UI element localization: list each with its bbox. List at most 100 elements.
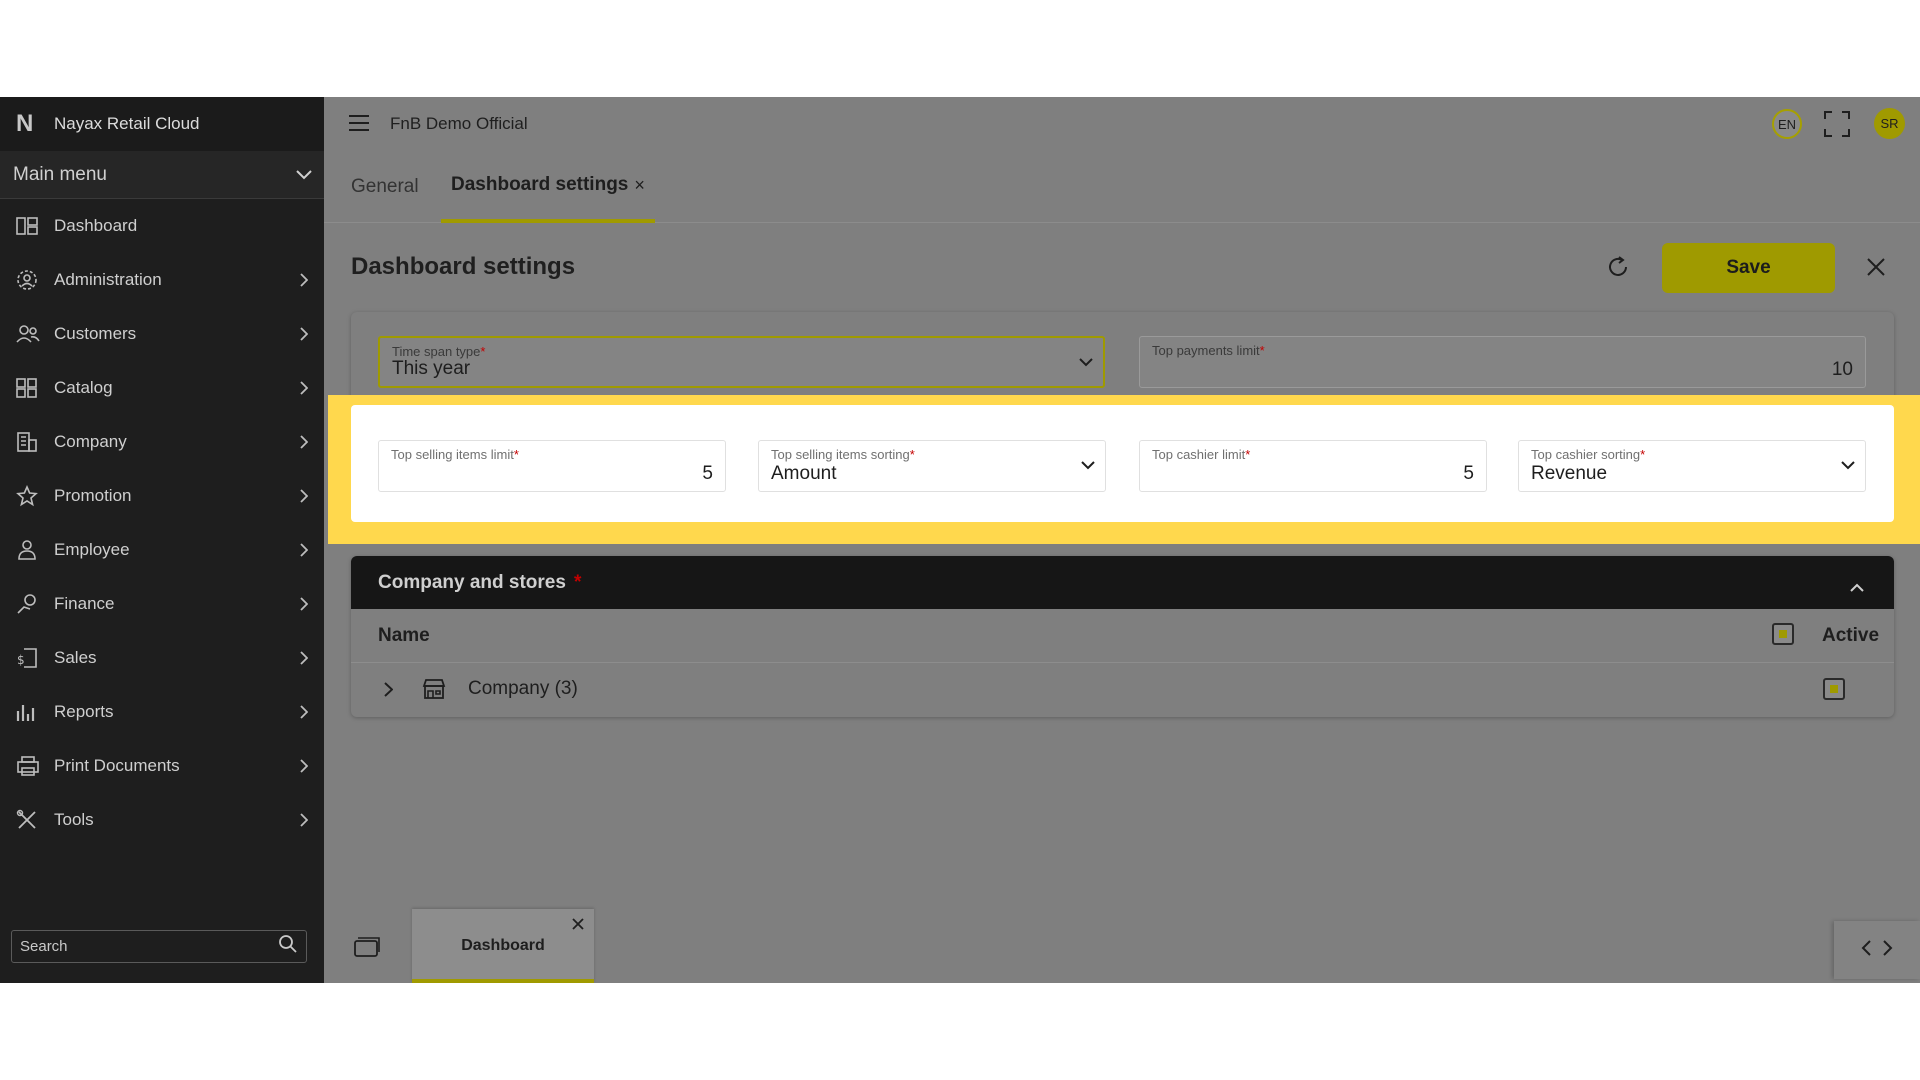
refresh-icon[interactable] xyxy=(1607,256,1629,283)
user-avatar[interactable]: SR xyxy=(1874,108,1905,139)
sidebar-item-sales[interactable]: $ Sales xyxy=(0,631,324,685)
main-menu-label: Main menu xyxy=(13,163,107,185)
sidebar-item-administration[interactable]: Administration xyxy=(0,253,324,307)
expand-row-icon[interactable] xyxy=(384,681,394,703)
main-menu-toggle[interactable]: Main menu xyxy=(0,151,324,199)
chevron-right-icon xyxy=(296,543,312,557)
close-icon[interactable] xyxy=(1867,258,1885,281)
users-icon xyxy=(16,324,54,344)
chevron-up-icon[interactable] xyxy=(1850,576,1864,598)
chevron-right-icon xyxy=(296,597,312,611)
chevron-right-icon xyxy=(296,705,312,719)
chevron-right-icon xyxy=(296,435,312,449)
tab-dashboard-settings-label: Dashboard settings xyxy=(451,174,629,195)
store-icon xyxy=(422,678,446,706)
sidebar-search-input[interactable] xyxy=(20,938,278,955)
field-value: 5 xyxy=(1463,463,1474,484)
tab-bar: General Dashboard settings × xyxy=(324,151,1920,223)
sidebar-search xyxy=(11,930,307,963)
top-payments-limit-input[interactable]: Top payments limit* 10 xyxy=(1139,336,1866,388)
row-label[interactable]: Company (3) xyxy=(468,678,578,700)
sidebar-nav: Dashboard Administration Customers Catal… xyxy=(0,199,324,847)
tab-pager xyxy=(1834,921,1920,979)
open-tabs-icon[interactable] xyxy=(354,937,380,962)
field-label: Top payments limit xyxy=(1152,343,1260,358)
sidebar-item-reports[interactable]: Reports xyxy=(0,685,324,739)
required-marker: * xyxy=(909,447,915,462)
field-value: 10 xyxy=(1831,359,1853,380)
sidebar-item-finance[interactable]: Finance xyxy=(0,577,324,631)
highlighted-settings-row: Top selling items limit* 5 Top selling i… xyxy=(351,405,1894,522)
top-selling-items-limit-input[interactable]: Top selling items limit* 5 xyxy=(378,440,726,492)
chevron-right-icon xyxy=(296,813,312,827)
bottom-tab-bar: Dashboard xyxy=(324,909,1920,983)
bottom-tab-dashboard[interactable]: Dashboard xyxy=(412,909,594,983)
sidebar-item-label: Print Documents xyxy=(54,756,180,775)
top-selling-items-sorting-select[interactable]: Top selling items sorting* Amount xyxy=(758,440,1106,492)
main-content: FnB Demo Official EN SR General Dashboar… xyxy=(324,97,1920,983)
table-row: Company (3) xyxy=(351,663,1894,717)
time-span-type-select[interactable]: Time span type* This year xyxy=(378,336,1105,388)
required-marker: * xyxy=(1259,343,1265,358)
save-button[interactable]: Save xyxy=(1662,243,1835,293)
sidebar-item-label: Customers xyxy=(54,324,137,343)
hand-coin-icon xyxy=(16,593,54,615)
field-value: Amount xyxy=(771,463,837,484)
chevron-right-icon xyxy=(296,273,312,287)
company-stores-panel: Company and stores * Name Active Company… xyxy=(351,556,1894,717)
brand-name: Nayax Retail Cloud xyxy=(54,114,200,133)
column-name: Name xyxy=(378,625,430,646)
chevron-down-icon xyxy=(1841,457,1855,475)
store-name[interactable]: FnB Demo Official xyxy=(390,114,528,134)
row-active-checkbox[interactable] xyxy=(1823,678,1845,700)
sidebar-item-employee[interactable]: Employee xyxy=(0,523,324,577)
sidebar-item-customers[interactable]: Customers xyxy=(0,307,324,361)
top-cashier-limit-input[interactable]: Top cashier limit* 5 xyxy=(1139,440,1487,492)
select-all-checkbox[interactable] xyxy=(1772,623,1794,645)
field-label: Top selling items limit xyxy=(391,447,514,462)
chevron-left-icon[interactable] xyxy=(1861,939,1871,961)
sidebar-item-company[interactable]: Company xyxy=(0,415,324,469)
sidebar-item-catalog[interactable]: Catalog xyxy=(0,361,324,415)
required-marker: * xyxy=(573,571,582,593)
top-cashier-sorting-select[interactable]: Top cashier sorting* Revenue xyxy=(1518,440,1866,492)
tab-general[interactable]: General xyxy=(351,151,419,223)
sidebar-item-print-documents[interactable]: Print Documents xyxy=(0,739,324,793)
receipt-dollar-icon: $ xyxy=(16,647,54,669)
tab-dashboard-settings[interactable]: Dashboard settings × xyxy=(441,151,655,223)
column-active: Active xyxy=(1822,625,1880,646)
sidebar-item-label: Administration xyxy=(54,270,162,289)
field-value: 5 xyxy=(702,463,713,484)
sidebar-item-label: Finance xyxy=(54,594,115,613)
required-marker: * xyxy=(480,344,486,359)
printer-icon xyxy=(16,755,54,777)
required-marker: * xyxy=(1245,447,1251,462)
bottom-tab-label: Dashboard xyxy=(461,937,545,954)
chevron-right-icon xyxy=(296,651,312,665)
close-icon[interactable] xyxy=(572,917,584,935)
language-selector[interactable]: EN xyxy=(1772,109,1802,139)
sidebar-item-label: Catalog xyxy=(54,378,113,397)
field-label: Top selling items sorting xyxy=(771,447,910,462)
person-icon xyxy=(16,539,54,561)
chevron-right-icon[interactable] xyxy=(1883,939,1893,961)
search-icon[interactable] xyxy=(278,934,298,959)
company-stores-header[interactable]: Company and stores * xyxy=(351,556,1894,609)
star-icon xyxy=(16,485,54,507)
sidebar-item-tools[interactable]: Tools xyxy=(0,793,324,847)
fullscreen-icon[interactable] xyxy=(1824,111,1850,142)
close-tab-icon[interactable]: × xyxy=(634,175,645,196)
sidebar-item-promotion[interactable]: Promotion xyxy=(0,469,324,523)
sidebar-item-label: Company xyxy=(54,432,127,451)
page-title: Dashboard settings xyxy=(351,253,576,280)
topbar: FnB Demo Official EN SR xyxy=(324,97,1920,151)
svg-text:$: $ xyxy=(17,653,25,667)
chevron-right-icon xyxy=(296,381,312,395)
sidebar-item-label: Sales xyxy=(54,648,97,667)
field-value: Revenue xyxy=(1531,463,1608,484)
chevron-right-icon xyxy=(296,489,312,503)
brand-logo: N xyxy=(16,110,34,137)
sidebar-item-label: Employee xyxy=(54,540,130,559)
sidebar-item-dashboard[interactable]: Dashboard xyxy=(0,199,324,253)
hamburger-menu-icon[interactable] xyxy=(348,114,370,137)
